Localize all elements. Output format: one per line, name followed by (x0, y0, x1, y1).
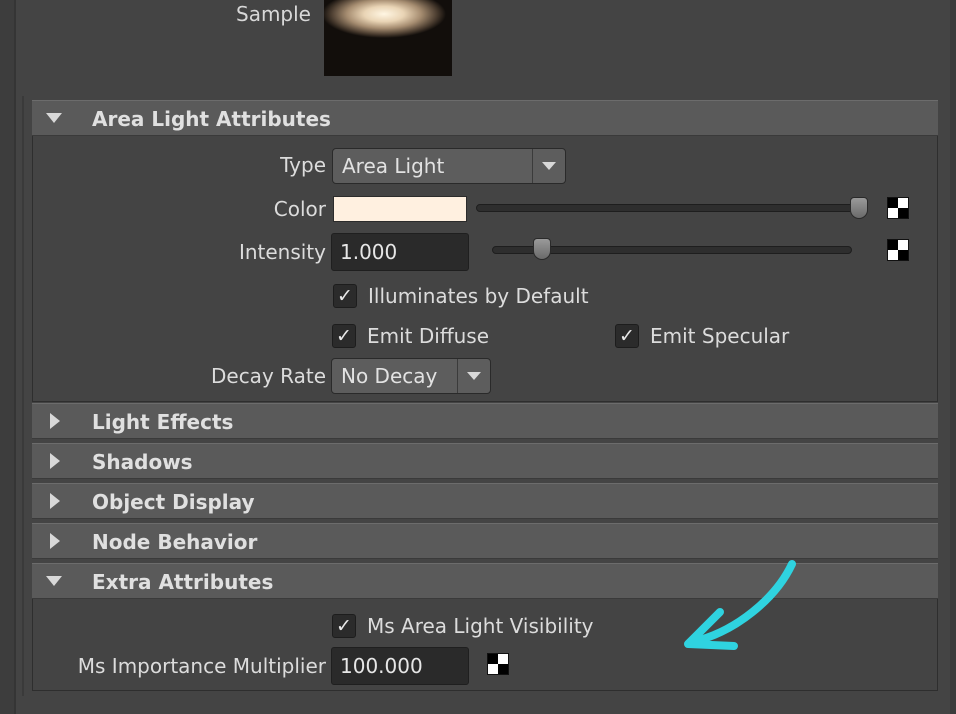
emit-specular-label: Emit Specular (650, 324, 790, 348)
ms-area-light-visibility-checkbox[interactable]: ✓ (332, 614, 356, 638)
section-title: Shadows (92, 450, 193, 474)
collapse-triangle-icon (50, 493, 60, 509)
color-slider-track[interactable] (476, 204, 868, 212)
type-dropdown-button[interactable] (532, 149, 565, 183)
section-title: Object Display (92, 490, 255, 514)
type-label: Type (280, 153, 326, 177)
section-title: Extra Attributes (92, 570, 274, 594)
collapse-triangle-icon (50, 453, 60, 469)
sample-label: Sample (236, 2, 311, 26)
section-light-effects[interactable]: Light Effects (32, 403, 938, 439)
intensity-slider-handle[interactable] (533, 238, 552, 260)
emit-diffuse-label: Emit Diffuse (367, 324, 490, 348)
ms-importance-map-checker-icon[interactable] (487, 653, 509, 675)
type-dropdown[interactable]: Area Light (332, 148, 566, 184)
expand-triangle-icon (46, 576, 62, 586)
expand-triangle-icon (46, 113, 62, 123)
color-slider-handle[interactable] (850, 197, 868, 219)
ms-importance-multiplier-label: Ms Importance Multiplier (77, 654, 326, 678)
checkmark-icon: ✓ (336, 615, 352, 637)
type-value: Area Light (342, 154, 445, 178)
ms-area-light-visibility-label: Ms Area Light Visibility (367, 614, 594, 638)
intensity-field[interactable]: 1.000 (331, 233, 469, 271)
color-label: Color (273, 197, 326, 221)
right-scrollbar[interactable] (950, 0, 956, 714)
intensity-value: 1.000 (340, 240, 398, 264)
decay-rate-dropdown-button[interactable] (457, 359, 490, 393)
color-map-checker-icon[interactable] (887, 197, 909, 219)
section-node-behavior[interactable]: Node Behavior (32, 523, 938, 559)
section-shadows[interactable]: Shadows (32, 443, 938, 479)
collapse-triangle-icon (50, 533, 60, 549)
left-panel-edge (0, 0, 16, 714)
ms-importance-multiplier-field[interactable]: 100.000 (331, 647, 469, 685)
checkmark-icon: ✓ (337, 285, 353, 307)
decay-rate-label: Decay Rate (210, 364, 326, 388)
intensity-map-checker-icon[interactable] (887, 239, 909, 261)
sample-preview (324, 0, 452, 76)
illuminates-by-default-checkbox[interactable]: ✓ (333, 284, 357, 308)
checkmark-icon: ✓ (619, 325, 635, 347)
section-title: Node Behavior (92, 530, 258, 554)
color-swatch[interactable] (333, 196, 467, 222)
intensity-label: Intensity (238, 240, 326, 264)
section-object-display[interactable]: Object Display (32, 483, 938, 519)
ms-importance-multiplier-value: 100.000 (340, 654, 423, 678)
chevron-down-icon (467, 372, 481, 380)
cyan-arrow-icon (684, 560, 796, 650)
decay-rate-value: No Decay (341, 364, 438, 388)
checkmark-icon: ✓ (336, 325, 352, 347)
section-title: Area Light Attributes (92, 107, 331, 131)
illuminates-by-default-label: Illuminates by Default (368, 284, 589, 308)
emit-diffuse-checkbox[interactable]: ✓ (332, 324, 356, 348)
emit-specular-checkbox[interactable]: ✓ (615, 324, 639, 348)
chevron-down-icon (542, 162, 556, 170)
collapse-triangle-icon (50, 413, 60, 429)
section-area-light-attributes[interactable]: Area Light Attributes (32, 100, 938, 136)
section-title: Light Effects (92, 410, 234, 434)
decay-rate-dropdown[interactable]: No Decay (331, 358, 491, 394)
